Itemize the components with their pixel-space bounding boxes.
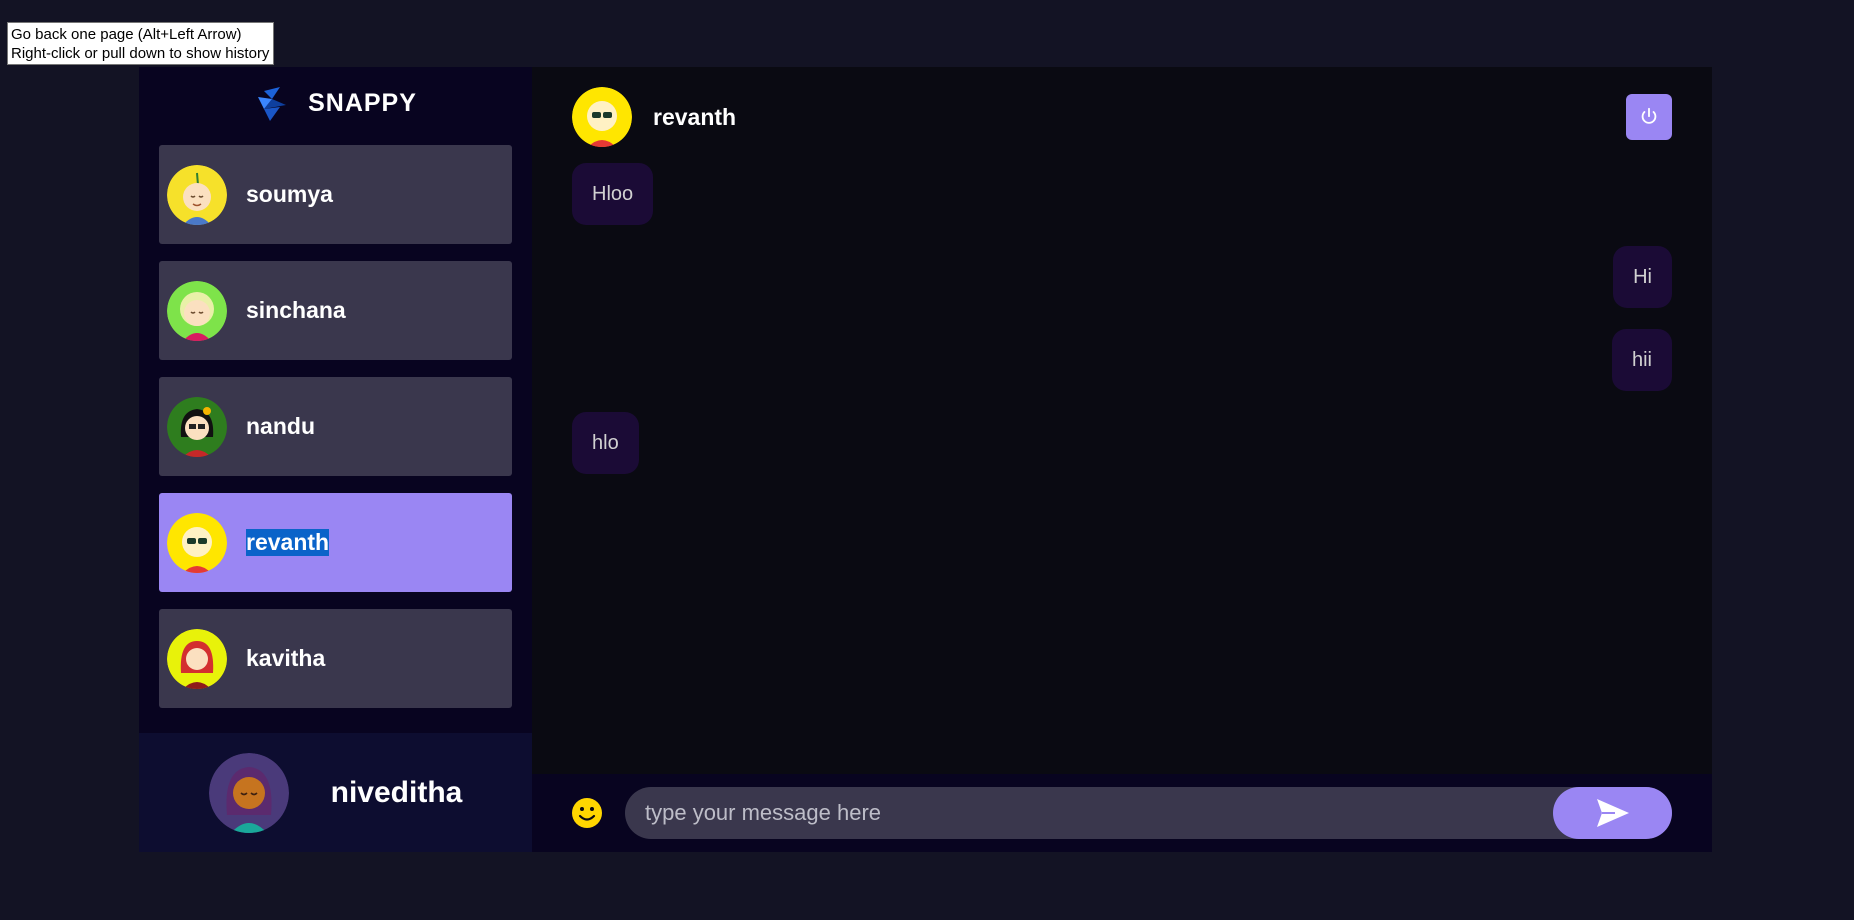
chat-panel: revanth Hloo Hi hii hlo bbox=[532, 67, 1712, 852]
logout-button[interactable] bbox=[1626, 94, 1672, 140]
chat-header-name: revanth bbox=[653, 103, 737, 130]
message-received: Hloo bbox=[572, 163, 1672, 225]
send-button[interactable] bbox=[1553, 787, 1672, 839]
message-input-container bbox=[625, 787, 1672, 839]
message-list: Hloo Hi hii hlo bbox=[572, 163, 1672, 495]
current-user-name: niveditha bbox=[330, 775, 463, 809]
avatar-soumya-icon bbox=[167, 164, 227, 225]
message-input-bar bbox=[532, 774, 1712, 852]
back-button-tooltip: Go back one page (Alt+Left Arrow) Right-… bbox=[7, 22, 275, 65]
avatar-nandu-icon bbox=[167, 396, 227, 457]
brand-name: SNAPPY bbox=[308, 88, 417, 117]
contact-name: soumya bbox=[246, 181, 333, 207]
power-icon bbox=[1641, 107, 1657, 124]
tooltip-line-1: Go back one page (Alt+Left Arrow) bbox=[11, 26, 242, 43]
message-bubble: hlo bbox=[572, 412, 639, 474]
current-user-panel: niveditha bbox=[139, 733, 532, 852]
contact-name: revanth bbox=[246, 529, 330, 556]
avatar-sinchana-icon bbox=[167, 280, 227, 341]
message-bubble: hii bbox=[1611, 329, 1672, 391]
contact-list: soumya sinchana nandu revanth kavitha bbox=[159, 145, 512, 725]
contact-item-sinchana[interactable]: sinchana bbox=[159, 261, 512, 360]
avatar-revanth-icon bbox=[167, 512, 227, 573]
tooltip-line-2: Right-click or pull down to show history bbox=[11, 45, 270, 62]
message-received: hlo bbox=[572, 412, 1672, 474]
contact-name: kavitha bbox=[246, 645, 326, 671]
send-icon bbox=[1596, 799, 1629, 827]
contacts-sidebar: SNAPPY soumya sinchana nandu revanth kav… bbox=[139, 67, 532, 852]
message-bubble: Hi bbox=[1613, 246, 1672, 308]
message-bubble: Hloo bbox=[572, 163, 654, 225]
contact-item-soumya[interactable]: soumya bbox=[159, 145, 512, 244]
smiley-icon[interactable] bbox=[571, 797, 603, 829]
avatar-kavitha-icon bbox=[167, 628, 227, 689]
chat-header: revanth bbox=[532, 67, 1712, 167]
chat-header-user: revanth bbox=[572, 87, 736, 147]
contact-name: nandu bbox=[246, 413, 315, 439]
chat-app: SNAPPY soumya sinchana nandu revanth kav… bbox=[139, 67, 1712, 852]
message-sent: Hi bbox=[572, 246, 1672, 308]
brand: SNAPPY bbox=[139, 67, 532, 139]
contact-item-nandu[interactable]: nandu bbox=[159, 377, 512, 476]
contact-name: sinchana bbox=[246, 297, 346, 323]
contact-item-revanth[interactable]: revanth bbox=[159, 493, 512, 592]
chat-header-avatar-icon bbox=[572, 87, 632, 147]
message-sent: hii bbox=[572, 329, 1672, 391]
snappy-logo-icon bbox=[258, 87, 287, 121]
contact-item-kavitha[interactable]: kavitha bbox=[159, 609, 512, 708]
avatar-niveditha-icon bbox=[208, 752, 289, 833]
message-input[interactable] bbox=[625, 799, 1553, 827]
